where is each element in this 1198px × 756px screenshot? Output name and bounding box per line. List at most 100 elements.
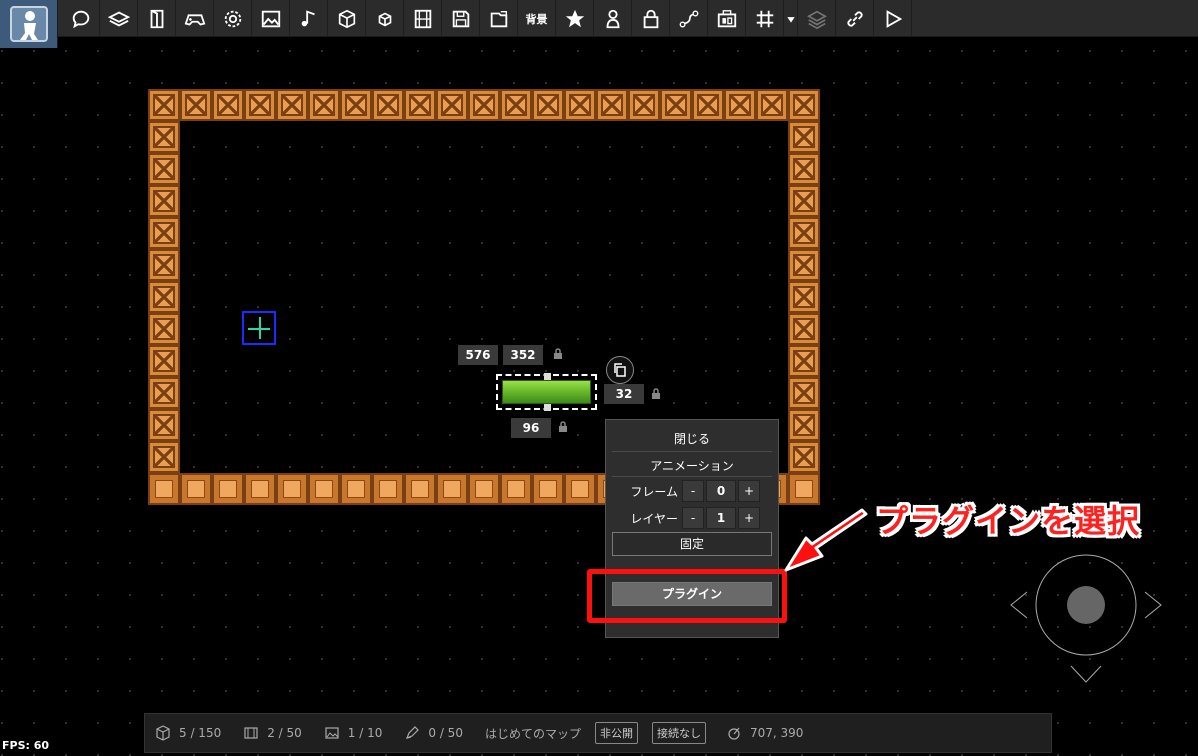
crate-tile xyxy=(148,121,180,153)
floppy-disk-icon[interactable] xyxy=(442,0,480,37)
person-icon[interactable] xyxy=(594,0,632,37)
virtual-joystick[interactable] xyxy=(1005,550,1167,688)
crate-tile xyxy=(436,89,468,121)
image-icon[interactable] xyxy=(252,0,290,37)
ground-block-tile xyxy=(180,473,212,505)
status-bar: 5 / 150 2 / 50 1 / 10 0 / 50 はじめてのマップ 非公… xyxy=(144,713,1052,753)
layers-icon[interactable] xyxy=(798,0,836,37)
crate-tile xyxy=(628,89,660,121)
crate-tile xyxy=(788,441,820,473)
map-name[interactable]: はじめてのマップ xyxy=(485,725,581,742)
close-menu-button[interactable]: 閉じる xyxy=(606,430,778,447)
callout-arrow-icon xyxy=(784,508,868,572)
crate-tile xyxy=(148,409,180,441)
crate-tile xyxy=(404,89,436,121)
layer-decrement-button[interactable]: - xyxy=(682,507,704,529)
background-button[interactable]: 背景 xyxy=(518,0,556,37)
music-note-icon[interactable] xyxy=(290,0,328,37)
width-value[interactable]: 96 xyxy=(511,418,551,438)
lock-width-icon[interactable] xyxy=(557,421,569,433)
gamepad-icon[interactable] xyxy=(176,0,214,37)
editor-logo-icon[interactable] xyxy=(0,0,58,48)
resize-handle-bottom[interactable] xyxy=(544,404,551,411)
door-icon[interactable] xyxy=(138,0,176,37)
layer-value[interactable]: 1 xyxy=(706,507,736,529)
frame-decrement-button[interactable]: - xyxy=(682,480,704,502)
gear-icon[interactable] xyxy=(214,0,252,37)
crate-tile xyxy=(692,89,724,121)
cube-icon[interactable] xyxy=(328,0,366,37)
lock-icon[interactable] xyxy=(632,0,670,37)
selected-grass-object[interactable] xyxy=(496,373,597,411)
stack-icon[interactable] xyxy=(100,0,138,37)
crate-tile xyxy=(788,409,820,441)
ground-block-tile xyxy=(148,473,180,505)
crate-tile xyxy=(244,89,276,121)
crate-tile xyxy=(788,89,820,121)
crate-tile xyxy=(788,345,820,377)
cursor-icon xyxy=(728,727,740,740)
connection-badge[interactable]: 接続なし xyxy=(651,722,706,744)
fixed-button[interactable]: 固定 xyxy=(612,532,772,556)
ground-block-tile xyxy=(788,473,820,505)
ground-block-tile xyxy=(244,473,276,505)
crate-tile xyxy=(788,121,820,153)
layer-label: レイヤー xyxy=(630,511,678,526)
crate-tile xyxy=(180,89,212,121)
crate-tile xyxy=(756,89,788,121)
ground-block-tile xyxy=(212,473,244,505)
crate-tile xyxy=(148,185,180,217)
crate-tile xyxy=(276,89,308,121)
crate-tile xyxy=(788,281,820,313)
ground-block-tile xyxy=(340,473,372,505)
crate-tile xyxy=(788,217,820,249)
crate-tile xyxy=(148,345,180,377)
caret-down-icon[interactable] xyxy=(784,0,798,37)
path-icon[interactable] xyxy=(670,0,708,37)
play-icon[interactable] xyxy=(874,0,912,37)
crate-tile xyxy=(596,89,628,121)
position-x-value[interactable]: 576 xyxy=(458,345,498,365)
crate-tile xyxy=(148,89,180,121)
speech-bubble-icon[interactable] xyxy=(62,0,100,37)
ground-block-tile xyxy=(468,473,500,505)
film-count-text: 2 / 50 xyxy=(267,726,302,740)
grass-tile xyxy=(502,380,591,404)
crate-tile xyxy=(148,249,180,281)
coords-text: 707, 390 xyxy=(749,726,804,740)
lock-height-icon[interactable] xyxy=(650,388,662,400)
export-icon[interactable] xyxy=(480,0,518,37)
layer-increment-button[interactable]: + xyxy=(738,507,760,529)
crate-tile xyxy=(788,185,820,217)
frame-stepper: フレーム - 0 + xyxy=(606,480,760,502)
star-icon[interactable] xyxy=(556,0,594,37)
resize-handle-top[interactable] xyxy=(544,373,551,380)
cursor-coords: 707, 390 xyxy=(726,725,803,741)
crate-tile xyxy=(148,313,180,345)
crate-tile xyxy=(340,89,372,121)
frame-increment-button[interactable]: + xyxy=(738,480,760,502)
position-y-value[interactable]: 352 xyxy=(503,345,543,365)
menu-divider xyxy=(612,476,772,477)
cube-icon xyxy=(156,725,170,741)
crate-tile xyxy=(532,89,564,121)
object-count: 5 / 150 xyxy=(155,725,221,741)
crate-tile xyxy=(148,217,180,249)
crate-tile xyxy=(660,89,692,121)
image-count: 1 / 10 xyxy=(324,725,382,741)
film-icon[interactable] xyxy=(404,0,442,37)
start-point-marker[interactable] xyxy=(242,311,276,345)
grid-icon[interactable] xyxy=(746,0,784,37)
visibility-badge[interactable]: 非公開 xyxy=(594,722,638,744)
lock-position-icon[interactable] xyxy=(552,348,564,360)
switch-icon[interactable] xyxy=(708,0,746,37)
copy-icon[interactable] xyxy=(606,356,634,384)
height-value[interactable]: 32 xyxy=(604,384,644,404)
image-icon xyxy=(325,727,339,739)
link-icon[interactable] xyxy=(836,0,874,37)
pen-count-text: 0 / 50 xyxy=(428,726,463,740)
small-cube-icon[interactable] xyxy=(366,0,404,37)
object-count-text: 5 / 150 xyxy=(179,726,222,740)
crate-tile xyxy=(788,249,820,281)
frame-value[interactable]: 0 xyxy=(706,480,736,502)
